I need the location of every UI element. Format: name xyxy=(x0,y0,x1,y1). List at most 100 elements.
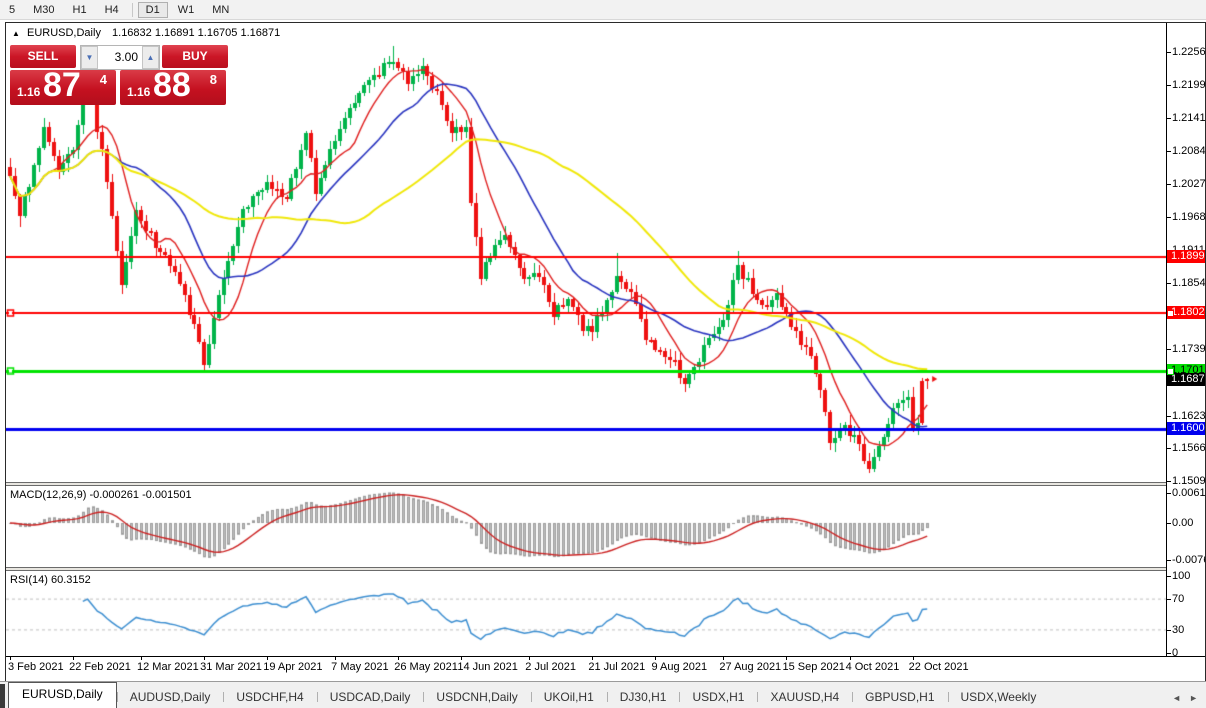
sell-button[interactable]: SELL xyxy=(10,45,76,68)
time-tick-mark xyxy=(10,657,11,660)
tab-dj30-h1[interactable]: DJ30,H1 xyxy=(606,686,680,708)
timeframe-button-h4[interactable]: H4 xyxy=(97,2,127,18)
tab-scroll-left-icon[interactable]: ◄ xyxy=(1172,693,1181,703)
price-tick-mark xyxy=(1167,217,1171,219)
timeframe-toolbar: 5 M30 H1 H4 D1 W1 MN xyxy=(0,0,1206,20)
rsi-canvas[interactable] xyxy=(6,571,1166,656)
price-tick-mark xyxy=(1167,84,1171,86)
price-tick-label: 1.16235 xyxy=(1172,409,1205,422)
price-tick-label: 1.20840 xyxy=(1172,144,1205,157)
level-edge-marker[interactable] xyxy=(1167,368,1174,375)
price-tick-mark xyxy=(1167,51,1171,53)
time-tick-mark xyxy=(592,657,594,660)
buy-price-panel[interactable]: 1.16 88 8 xyxy=(120,66,226,105)
time-tick-mark xyxy=(204,657,206,660)
collapse-triangle-icon[interactable]: ▲ xyxy=(12,29,20,38)
tab-usdcnh-daily[interactable]: USDCNH,Daily xyxy=(423,686,530,708)
rsi-axis-label: 30 xyxy=(1172,623,1185,636)
timeframe-button-h1[interactable]: H1 xyxy=(65,2,95,18)
level-edge-marker[interactable] xyxy=(1167,309,1174,317)
timeframe-button-m30[interactable]: M30 xyxy=(25,2,62,18)
time-tick-label: 3 Feb 2021 xyxy=(8,661,64,673)
price-tick-label: 1.19685 xyxy=(1172,211,1205,224)
chart-tab-bar: EURUSD,Daily AUDUSD,Daily USDCHF,H4 USDCAD,… xyxy=(0,681,1206,708)
macd-indicator-label: MACD(12,26,9) -0.000261 -0.001501 xyxy=(10,489,192,501)
macd-axis-label: -0.00762 xyxy=(1172,553,1205,566)
rsi-axis-label: 100 xyxy=(1172,570,1191,582)
price-tick-mark xyxy=(1167,118,1171,120)
time-tick-label: 2 Jul 2021 xyxy=(525,661,577,673)
sell-price-sup: 4 xyxy=(99,72,107,87)
price-tick-label: 1.21995 xyxy=(1172,78,1205,91)
tab-ukoil-h1[interactable]: UKOil,H1 xyxy=(530,686,607,708)
time-tick-label: 15 Sep 2021 xyxy=(782,661,845,673)
sell-price-big: 87 xyxy=(43,66,81,104)
macd-axis-label: 0.00 xyxy=(1172,517,1194,529)
timeframe-button-5[interactable]: 5 xyxy=(1,2,23,18)
rsi-tick-mark xyxy=(1167,576,1171,577)
toolbar-separator xyxy=(131,2,133,17)
price-tick-label: 1.20270 xyxy=(1172,177,1205,190)
price-tick-label: 1.21410 xyxy=(1172,112,1205,125)
macd-axis-label: 0.006193 xyxy=(1172,487,1205,500)
tab-usdcad-daily[interactable]: USDCAD,Daily xyxy=(316,686,424,708)
app: { "toolbar": { "timeframes": [ {"label":… xyxy=(0,0,1206,708)
tab-eurusd-daily[interactable]: EURUSD,Daily xyxy=(8,682,117,708)
time-tick-label: 22 Feb 2021 xyxy=(69,661,131,673)
tabs: EURUSD,Daily AUDUSD,Daily USDCHF,H4 USDCAD,… xyxy=(8,682,1049,708)
price-tick-mark xyxy=(1167,282,1171,284)
one-click-trade-widget: SELL ▼ 3.00 ▲ BUY 1.16 87 4 1.16 88 8 xyxy=(10,45,232,105)
time-tick-label: 19 Apr 2021 xyxy=(263,661,323,673)
price-tick-label: 1.22565 xyxy=(1172,45,1205,58)
time-tick-mark xyxy=(398,657,400,660)
rsi-tick-mark xyxy=(1167,599,1171,601)
level-price-badge: 1.16007 xyxy=(1167,421,1205,435)
tab-scroll-nav: ◄ ► xyxy=(1172,693,1206,708)
tab-xauusd-h4[interactable]: XAUUSD,H4 xyxy=(757,686,852,708)
price-tick-mark xyxy=(1167,183,1171,185)
time-tick-label: 31 Mar 2021 xyxy=(200,661,262,673)
timeframe-button-mn[interactable]: MN xyxy=(204,2,237,18)
time-tick-mark xyxy=(912,657,914,660)
buy-price-big: 88 xyxy=(153,66,191,104)
time-tick-label: 7 May 2021 xyxy=(331,661,389,673)
time-tick-label: 12 Mar 2021 xyxy=(137,661,199,673)
rsi-indicator-label: RSI(14) 60.3152 xyxy=(10,574,91,586)
sell-price-panel[interactable]: 1.16 87 4 xyxy=(10,66,116,105)
time-tick-label: 21 Jul 2021 xyxy=(588,661,646,673)
time-tick-mark xyxy=(529,657,531,660)
tab-usdx-weekly[interactable]: USDX,Weekly xyxy=(947,686,1050,708)
rsi-axis-label: 70 xyxy=(1172,593,1185,606)
buy-price-prefix: 1.16 xyxy=(127,85,151,99)
price-tick-label: 1.15095 xyxy=(1172,475,1205,488)
time-tick-mark xyxy=(849,657,851,660)
time-tick-mark xyxy=(461,657,463,660)
time-tick-mark xyxy=(335,657,337,660)
price-tick-mark xyxy=(1167,481,1171,483)
rsi-axis-label: 0 xyxy=(1172,647,1179,656)
tab-scroll-right-icon[interactable]: ► xyxy=(1189,693,1198,703)
tab-usdchf-h4[interactable]: USDCHF,H4 xyxy=(223,686,316,708)
price-tick-mark xyxy=(1167,415,1171,417)
tab-gbpusd-h1[interactable]: GBPUSD,H1 xyxy=(852,686,947,708)
tab-usdx-h1[interactable]: USDX,H1 xyxy=(679,686,757,708)
buy-price-sup: 8 xyxy=(209,72,217,87)
price-tick-label: 1.17390 xyxy=(1172,343,1205,356)
time-tick-label: 22 Oct 2021 xyxy=(908,661,969,673)
price-tick-mark xyxy=(1167,448,1171,450)
tab-audusd-daily[interactable]: AUDUSD,Daily xyxy=(116,686,224,708)
price-axis[interactable]: 1.22565 1.21995 1.21410 1.20840 1.20270 1.196… xyxy=(1167,23,1205,656)
time-tick-label: 9 Aug 2021 xyxy=(651,661,708,673)
price-tick-label: 1.15665 xyxy=(1172,442,1205,455)
macd-tick-mark xyxy=(1167,559,1171,561)
timeframe-button-w1[interactable]: W1 xyxy=(170,2,203,18)
buy-button[interactable]: BUY xyxy=(162,45,228,68)
volume-field[interactable]: 3.00 xyxy=(98,46,142,69)
chart-ohlc-values: 1.16832 1.16891 1.16705 1.16871 xyxy=(112,27,281,39)
chart-title: ▲ EURUSD,Daily 1.16832 1.16891 1.16705 1… xyxy=(12,27,280,39)
timeframe-button-d1[interactable]: D1 xyxy=(137,1,168,18)
volume-decrease-button[interactable]: ▼ xyxy=(81,46,98,69)
time-tick-label: 4 Oct 2021 xyxy=(845,661,900,673)
time-axis[interactable]: 3 Feb 2021 22 Feb 2021 12 Mar 2021 31 Mar 2… xyxy=(6,656,1205,681)
time-tick-mark xyxy=(73,657,75,660)
